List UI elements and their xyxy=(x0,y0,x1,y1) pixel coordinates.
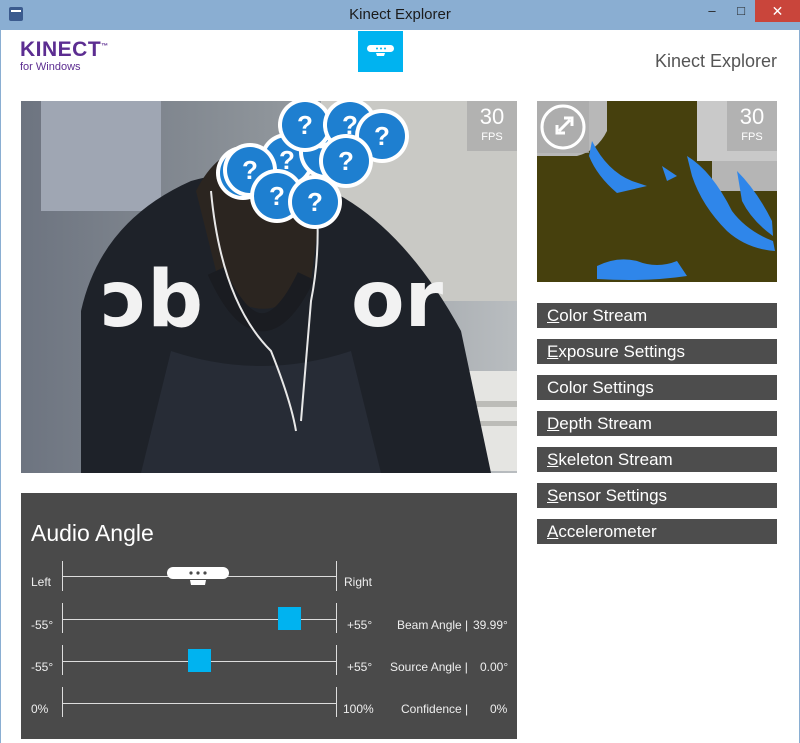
beam-max-label: +55° xyxy=(347,618,373,632)
kinect-sensor-icon xyxy=(167,567,229,585)
window-border-left xyxy=(0,30,1,743)
svg-text:?: ? xyxy=(307,187,323,217)
confidence-min-label: 0% xyxy=(31,702,49,716)
kinect-sensor-icon xyxy=(367,45,394,56)
color-stream-button[interactable]: Color Stream xyxy=(537,303,777,328)
beam-angle-indicator xyxy=(277,607,301,630)
maximize-button[interactable]: □ xyxy=(727,0,755,22)
accelerometer-button[interactable]: Accelerometer xyxy=(537,519,777,544)
depth-stream-button[interactable]: Depth Stream xyxy=(537,411,777,436)
source-angle-label: Source Angle | xyxy=(390,660,468,674)
confidence-track-end-tick xyxy=(336,687,337,717)
color-settings-button[interactable]: Color Settings xyxy=(537,375,777,400)
close-button[interactable]: ✕ xyxy=(755,0,800,22)
confidence-label: Confidence | xyxy=(401,702,469,716)
source-track-start-tick xyxy=(62,645,63,675)
svg-text:?: ? xyxy=(338,146,354,176)
svg-text:?: ? xyxy=(374,121,390,151)
beam-angle-value: 39.99° xyxy=(473,618,508,632)
source-angle-value: 0.00° xyxy=(480,660,509,674)
window-title: Kinect Explorer xyxy=(349,6,451,23)
confidence-track xyxy=(62,703,336,704)
exposure-settings-button[interactable]: Exposure Settings xyxy=(537,339,777,364)
depth-fps-value: 30 xyxy=(739,104,765,129)
left-label: Left xyxy=(31,575,52,589)
confidence-track-start-tick xyxy=(62,687,63,717)
color-fps-badge: 30 FPS xyxy=(467,101,517,151)
skeleton-stream-button[interactable]: Skeleton Stream xyxy=(537,447,777,472)
color-fps-label: FPS xyxy=(481,131,503,143)
audio-angle-panel: Audio Angle Left Right -55° +55° Beam An… xyxy=(21,493,517,739)
beam-min-label: -55° xyxy=(31,618,54,632)
kinect-logo: KINECT™ for Windows xyxy=(20,38,109,74)
sensor-status-tile[interactable] xyxy=(358,31,403,72)
confidence-max-label: 100% xyxy=(343,702,374,716)
confidence-value: 0% xyxy=(490,702,508,716)
track-end-tick xyxy=(336,561,337,591)
svg-text:?: ? xyxy=(297,110,313,140)
face-tracking-markers: ?????????? xyxy=(216,101,409,229)
svg-text:?: ? xyxy=(269,181,285,211)
beam-track-end-tick xyxy=(336,603,337,633)
source-track-end-tick xyxy=(336,645,337,675)
beam-angle-label: Beam Angle | xyxy=(397,618,469,632)
source-max-label: +55° xyxy=(347,660,373,674)
beam-track-start-tick xyxy=(62,603,63,633)
depth-toggle-button[interactable] xyxy=(537,101,589,153)
depth-stream-view: 30 FPS xyxy=(537,101,777,282)
face-marker-icon: ? xyxy=(288,175,342,229)
depth-fps-badge: 30 FPS xyxy=(727,101,777,151)
audio-angle-title: Audio Angle xyxy=(31,520,154,546)
sensor-settings-button[interactable]: Sensor Settings xyxy=(537,483,777,508)
color-stream-view: ɔb or ?????????? 30 FPS xyxy=(21,101,517,473)
source-angle-indicator xyxy=(187,649,211,672)
right-label: Right xyxy=(344,575,373,589)
depth-fps-label: FPS xyxy=(741,131,763,143)
minimize-button[interactable]: – xyxy=(698,0,726,22)
expand-collapse-icon xyxy=(540,104,586,150)
title-bar: Kinect Explorer – □ ✕ xyxy=(0,0,800,30)
color-fps-value: 30 xyxy=(479,104,505,129)
source-min-label: -55° xyxy=(31,660,54,674)
app-name-label: Kinect Explorer xyxy=(654,51,777,71)
